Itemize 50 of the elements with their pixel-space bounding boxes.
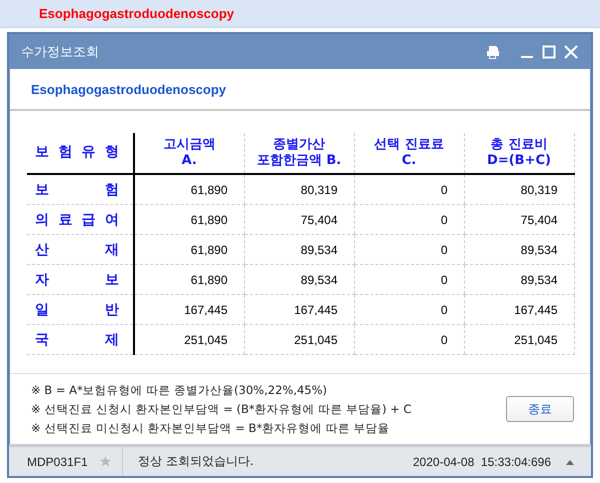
- table-cell: 61,890: [134, 174, 244, 204]
- note-text: ※ 선택진료 미신청시 환자본인부담액 = B*환자유형에 따른 부담율: [31, 420, 390, 436]
- procedure-name: Esophagogastroduodenoscopy: [31, 82, 226, 96]
- note-text: ※ 선택진료 신청시 환자본인부담액 = (B*환자유형에 따른 부담율) + C: [31, 400, 412, 418]
- table-cell: 75,404: [244, 204, 354, 234]
- column-header: 고시금액 A.: [134, 133, 244, 174]
- table-cell: 89,534: [244, 264, 354, 294]
- table-cell: 75,404: [464, 204, 574, 234]
- table-cell: 0: [354, 204, 464, 234]
- row-header: 자 보: [27, 264, 134, 294]
- row-header: 산 재: [27, 234, 134, 264]
- close-button[interactable]: 종료: [506, 396, 574, 422]
- status-message: 정상 조회되었습니다.: [137, 453, 255, 470]
- row-header: 일 반: [27, 294, 134, 324]
- screen-id: MDP031F1: [27, 454, 88, 468]
- row-header: 의 료 급 여: [27, 204, 134, 234]
- row-header: 국 제: [27, 324, 134, 354]
- column-header: 보 험 유 형: [27, 133, 134, 174]
- column-header: 선택 진료료 C.: [354, 133, 464, 174]
- table-cell: 80,319: [244, 174, 354, 204]
- maximize-icon[interactable]: [541, 44, 557, 60]
- table-cell: 89,534: [464, 234, 574, 264]
- table-cell: 167,445: [134, 294, 244, 324]
- table-cell: 167,445: [244, 294, 354, 324]
- table-cell: 61,890: [134, 234, 244, 264]
- expand-up-icon[interactable]: [565, 458, 575, 466]
- table-cell: 0: [354, 234, 464, 264]
- column-header: 총 진료비 D=(B+C): [464, 133, 574, 174]
- table-cell: 251,045: [464, 324, 574, 354]
- table-cell: 61,890: [134, 204, 244, 234]
- table-cell: 61,890: [134, 264, 244, 294]
- note-text: ※ B = A*보험유형에 따른 종별가산율(30%,22%,45%): [31, 382, 328, 398]
- table-cell: 167,445: [464, 294, 574, 324]
- table-cell: 0: [354, 174, 464, 204]
- table-cell: 0: [354, 294, 464, 324]
- timestamp: 2020-04-08 15:33:04:696: [412, 454, 551, 468]
- column-header: 종별가산 포함한금액 B.: [244, 133, 354, 174]
- table-cell: 89,534: [244, 234, 354, 264]
- table-cell: 251,045: [244, 324, 354, 354]
- table-cell: 80,319: [464, 174, 574, 204]
- close-icon[interactable]: [563, 44, 579, 60]
- procedure-title: Esophagogastroduodenoscopy: [39, 6, 234, 21]
- table-cell: 0: [354, 324, 464, 354]
- star-icon[interactable]: [99, 455, 112, 468]
- table-cell: 89,534: [464, 264, 574, 294]
- table-cell: 251,045: [134, 324, 244, 354]
- row-header: 보 험: [27, 174, 134, 204]
- print-icon[interactable]: [485, 44, 501, 60]
- table-cell: 0: [354, 264, 464, 294]
- window-title: 수가정보조회: [21, 44, 100, 60]
